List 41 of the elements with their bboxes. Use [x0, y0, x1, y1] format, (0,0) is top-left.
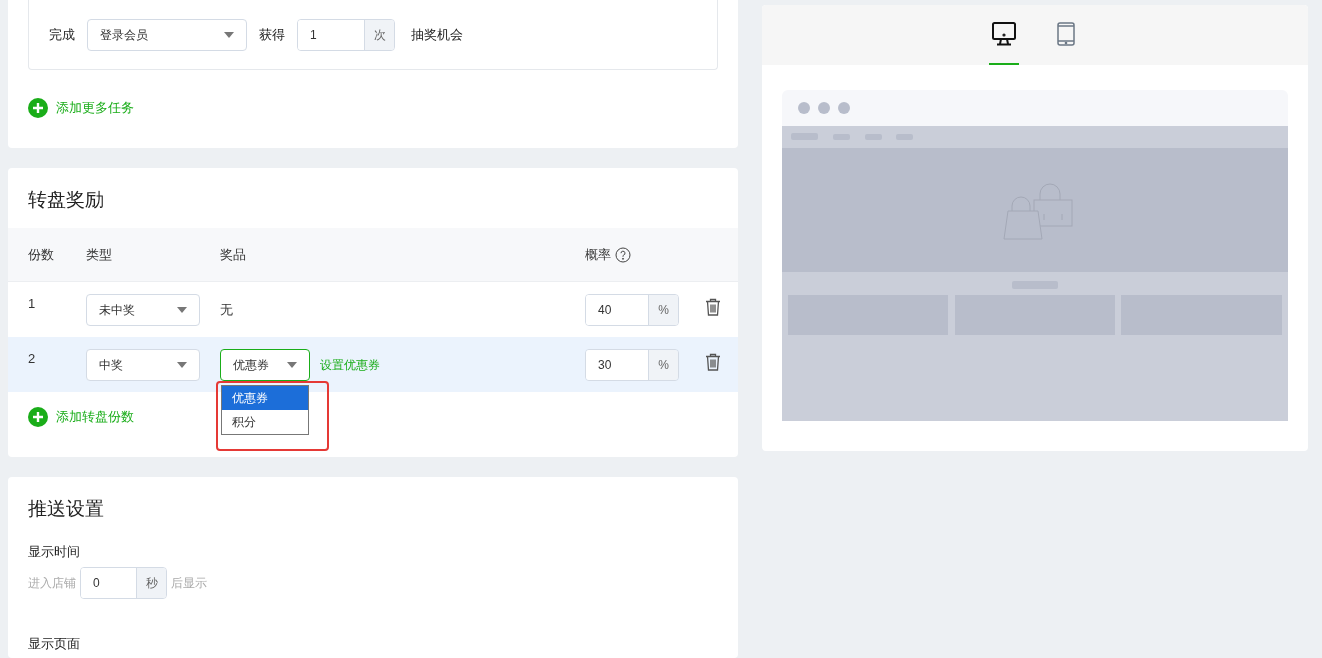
task-prefix: 完成 [49, 25, 75, 44]
number-field[interactable]: 40 % [585, 293, 679, 326]
field-label: 显示时间 [28, 542, 81, 561]
task-suffix: 抽奖机会 [411, 25, 463, 44]
unit-label: 秒 [136, 568, 166, 598]
number-field[interactable]: 30 % [585, 348, 679, 381]
dropdown-select[interactable]: 优惠券 [220, 348, 310, 381]
number-field[interactable]: 0 秒 [80, 567, 167, 599]
plus-icon [28, 98, 48, 118]
field-hint: 进入店铺 [28, 575, 76, 592]
tablet-icon [1057, 22, 1075, 46]
row-index: 2 [28, 350, 37, 368]
dropdown-select[interactable]: 中奖 [86, 348, 200, 381]
unit-label: % [648, 349, 678, 380]
plus-icon [28, 407, 48, 427]
field-label: 显示页面 [28, 635, 81, 653]
row-index: 1 [28, 295, 37, 313]
section-title: 推送设置 [28, 497, 105, 521]
dropdown-select[interactable]: 登录会员 [87, 18, 247, 51]
number-field[interactable]: 1 次 [297, 18, 395, 51]
caret-icon [224, 31, 234, 38]
column-header: 份数 [28, 245, 55, 264]
delete-icon[interactable] [705, 353, 721, 371]
monitor-icon [992, 22, 1016, 46]
section-title: 转盘奖励 [27, 188, 105, 212]
dropdown-option[interactable]: 积分 [222, 409, 308, 434]
unit-label: % [648, 294, 678, 325]
dropdown-select[interactable]: 未中奖 [86, 293, 200, 326]
help-icon[interactable] [615, 246, 631, 263]
column-header: 奖品 [220, 245, 247, 264]
get-label: 获得 [259, 25, 285, 44]
delete-icon[interactable] [705, 298, 721, 316]
dropdown-option[interactable]: 优惠券 [222, 385, 308, 410]
caret-icon [177, 306, 187, 313]
field-hint: 后显示 [171, 575, 207, 592]
caret-icon [287, 361, 297, 368]
column-header: 类型 [86, 245, 113, 264]
caret-icon [177, 361, 187, 368]
prize-text: 无 [220, 300, 233, 319]
column-header: 概率 [585, 245, 611, 264]
unit-label: 次 [364, 19, 394, 50]
